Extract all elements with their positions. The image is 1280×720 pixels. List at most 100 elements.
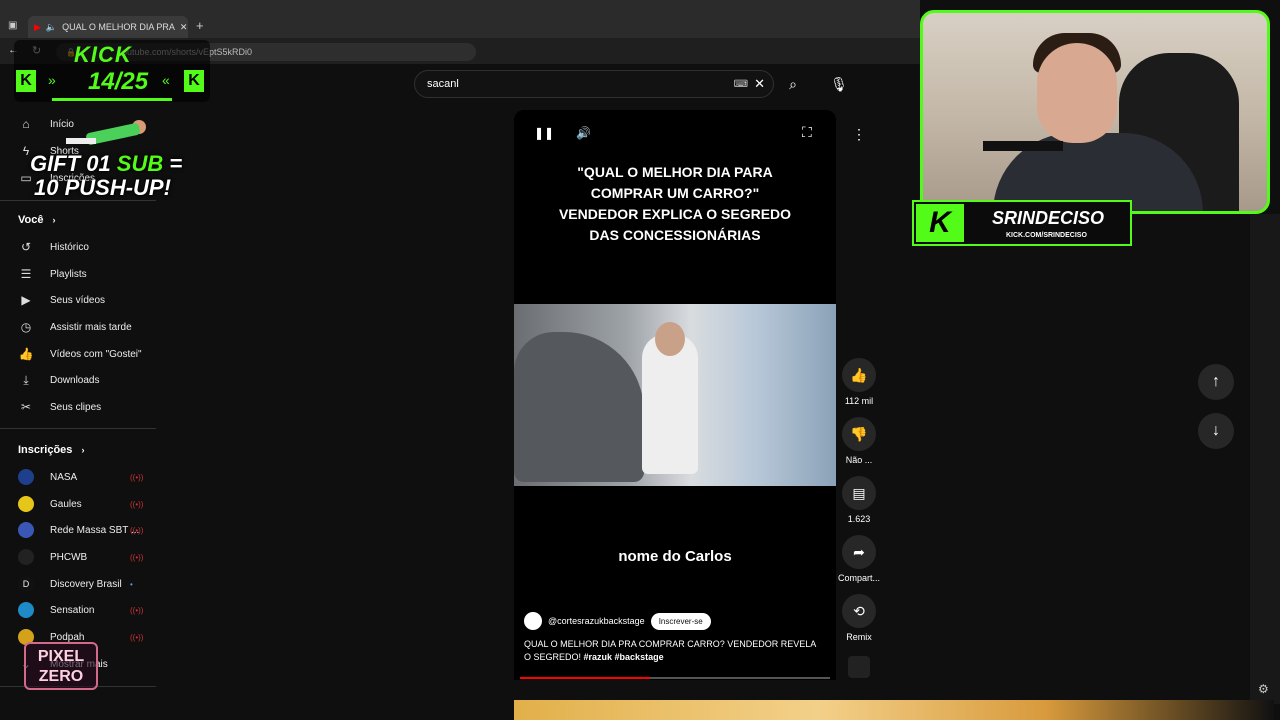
hashtags[interactable]: #razuk #backstage bbox=[584, 652, 664, 662]
sidebar-item-clips[interactable]: ✂ Seus clipes bbox=[10, 395, 150, 419]
subscription-item[interactable]: Sensation ((•)) bbox=[10, 598, 150, 622]
streamer-name-badge: K SRINDECISO KICK.COM/SRINDECISO bbox=[912, 200, 1132, 246]
section-subscriptions[interactable]: Inscrições › bbox=[18, 444, 84, 456]
keyboard-icon[interactable]: ⌨ bbox=[734, 79, 748, 90]
subscription-label: Podpah bbox=[50, 631, 85, 643]
window-menu-icon[interactable]: ▣ bbox=[8, 20, 17, 31]
comments-button[interactable]: ▤ 1.623 bbox=[836, 476, 882, 524]
sidebar-item-playlists[interactable]: ☰ Playlists bbox=[10, 262, 150, 286]
clock-icon: ◷ bbox=[20, 320, 32, 334]
page-background bbox=[920, 214, 1250, 704]
more-vert-icon: ⋮ bbox=[852, 125, 866, 142]
settings-icon[interactable]: ⚙ bbox=[1258, 682, 1269, 696]
arrow-down-icon: ↓ bbox=[1212, 422, 1220, 439]
video-caption: nome do Carlos bbox=[618, 548, 732, 565]
microphone-icon: 🎙 bbox=[830, 75, 848, 92]
volume-icon[interactable]: 🔊 bbox=[576, 126, 591, 140]
search-input[interactable]: sacanl ⌨ ✕ bbox=[414, 70, 774, 98]
thumb-up-icon: 👍 bbox=[842, 358, 876, 392]
share-button[interactable]: ➦ Compart... bbox=[836, 535, 882, 583]
sidebar-item-history[interactable]: ↺ Histórico bbox=[10, 235, 150, 259]
more-options-button[interactable]: ⋮ bbox=[842, 117, 876, 151]
gift-sub-text: SUB bbox=[116, 151, 164, 176]
kick-logo: KICK bbox=[74, 42, 132, 67]
youtube-icon: ▶ bbox=[34, 21, 41, 32]
video-description[interactable]: QUAL O MELHOR DIA PRA COMPRAR CARRO? VEN… bbox=[524, 638, 824, 664]
live-icon: ((•)) bbox=[130, 525, 144, 535]
live-icon: ((•)) bbox=[130, 605, 144, 615]
sidebar-item-watch-later[interactable]: ◷ Assistir mais tarde bbox=[10, 315, 150, 339]
streamer-name: SRINDECISO bbox=[992, 208, 1105, 228]
search-button[interactable]: ⌕ bbox=[776, 67, 810, 101]
dislike-button[interactable]: 👎 Não ... bbox=[836, 417, 882, 465]
remix-button[interactable]: ⟲ Remix bbox=[836, 594, 882, 642]
sound-thumbnail[interactable] bbox=[848, 656, 870, 678]
section-voce[interactable]: Você › bbox=[18, 214, 56, 226]
channel-name[interactable]: @cortesrazukbackstage bbox=[548, 616, 645, 626]
gift-sub-banner: GIFT 01 SUB = 10 PUSH-UP! bbox=[30, 152, 182, 200]
speaker-icon[interactable]: 🔈 bbox=[46, 22, 57, 33]
progress-fill bbox=[520, 677, 651, 679]
webcam-overlay bbox=[920, 10, 1270, 214]
clear-search-icon[interactable]: ✕ bbox=[754, 76, 765, 92]
comment-count: 1.623 bbox=[847, 514, 871, 524]
fullscreen-icon[interactable]: ⛶ bbox=[802, 124, 812, 141]
subscription-item[interactable]: NASA ((•)) bbox=[10, 465, 150, 489]
goal-progress-bar bbox=[52, 98, 172, 101]
new-content-dot-icon: • bbox=[130, 579, 133, 589]
browser-tab[interactable]: ▶ 🔈 QUAL O MELHOR DIA PRA ✕ bbox=[28, 16, 188, 38]
subscription-item[interactable]: D Discovery Brasil • bbox=[10, 572, 150, 596]
next-short-button[interactable]: ↓ bbox=[1198, 413, 1234, 449]
search-query: sacanl bbox=[427, 78, 459, 90]
pause-icon[interactable]: ❚❚ bbox=[534, 126, 554, 140]
streamer-face-shape bbox=[1037, 43, 1117, 143]
sidebar-item-label: Seus clipes bbox=[50, 401, 102, 413]
pushup-figure bbox=[66, 116, 150, 156]
voice-search-button[interactable]: 🎙 bbox=[822, 67, 856, 101]
gift-text: GIFT 01 bbox=[30, 151, 117, 176]
thumb-up-icon: 👍 bbox=[18, 347, 34, 361]
remix-icon: ⟲ bbox=[842, 594, 876, 628]
sidebar-item-label: Assistir mais tarde bbox=[50, 321, 132, 333]
live-icon: ((•)) bbox=[130, 552, 144, 562]
channel-avatar[interactable] bbox=[524, 612, 542, 630]
kick-k-icon: K bbox=[184, 70, 204, 92]
sidebar-divider bbox=[0, 428, 156, 429]
sidebar-item-label: Vídeos com "Gostei" bbox=[50, 348, 142, 360]
scissors-icon: ✂ bbox=[20, 400, 32, 414]
subscription-item[interactable]: Rede Massa SBT ... ((•)) bbox=[10, 518, 150, 542]
live-icon: ((•)) bbox=[130, 472, 144, 482]
sidebar-divider bbox=[0, 200, 156, 201]
close-tab-icon[interactable]: ✕ bbox=[180, 22, 188, 33]
sidebar-item-label: Histórico bbox=[50, 241, 89, 253]
subscription-label: Discovery Brasil bbox=[50, 578, 122, 590]
shorts-player[interactable]: ❚❚ 🔊 ⛶ "QUAL O MELHOR DIA PARA COMPRAR U… bbox=[514, 110, 836, 680]
playlist-icon: ☰ bbox=[20, 267, 32, 281]
channel-avatar bbox=[18, 522, 34, 538]
remix-label: Remix bbox=[846, 632, 872, 642]
scrollbar-track[interactable] bbox=[1250, 214, 1280, 704]
live-icon: ((•)) bbox=[130, 632, 144, 642]
sidebar-item-your-videos[interactable]: ▶ Seus vídeos bbox=[10, 288, 150, 312]
live-icon: ((•)) bbox=[130, 499, 144, 509]
progress-bar[interactable] bbox=[520, 677, 830, 679]
like-button[interactable]: 👍 112 mil bbox=[836, 358, 882, 406]
subscription-item[interactable]: Gaules ((•)) bbox=[10, 492, 150, 516]
subscription-label: Gaules bbox=[50, 498, 82, 510]
subscription-label: PHCWB bbox=[50, 551, 88, 563]
subscription-item[interactable]: PHCWB ((•)) bbox=[10, 545, 150, 569]
previous-short-button[interactable]: ↑ bbox=[1198, 364, 1234, 400]
thumb-down-icon: 👎 bbox=[842, 417, 876, 451]
video-frame bbox=[514, 304, 836, 486]
sidebar-item-downloads[interactable]: ⤓ Downloads bbox=[10, 368, 150, 392]
subscribe-button[interactable]: Inscrever-se bbox=[650, 612, 711, 630]
search-icon: ⌕ bbox=[789, 75, 797, 92]
tab-title: QUAL O MELHOR DIA PRA bbox=[62, 22, 175, 32]
gift-equals: = bbox=[163, 151, 183, 176]
chevron-right-icon: › bbox=[81, 445, 85, 455]
new-tab-icon[interactable]: + bbox=[196, 18, 204, 33]
sidebar-item-liked[interactable]: 👍 Vídeos com "Gostei" bbox=[10, 342, 150, 366]
share-icon: ➦ bbox=[842, 535, 876, 569]
chevron-left-icon: « bbox=[162, 72, 170, 88]
chevron-right-icon: › bbox=[52, 215, 56, 225]
